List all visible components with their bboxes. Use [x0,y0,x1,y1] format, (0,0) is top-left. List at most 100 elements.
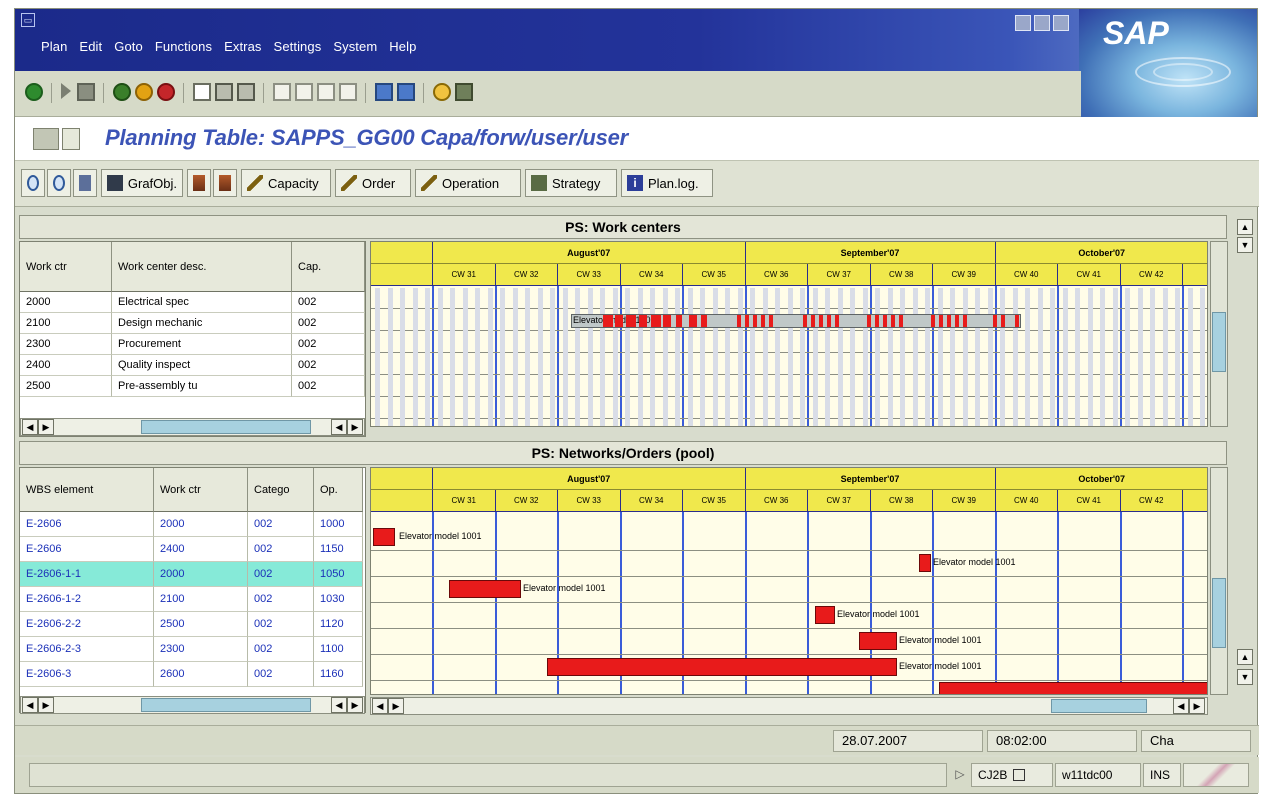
scroll-left-button[interactable]: ◀ [22,697,38,713]
previous-page-icon[interactable] [295,83,313,101]
menu-extras[interactable]: Extras [218,39,267,54]
pool-chart-hscroll[interactable]: ◀ ▶ ◀ ▶ [370,697,1208,715]
scroll-right-button[interactable]: ▶ [388,698,404,714]
scroll-thumb[interactable] [1212,578,1226,648]
table-cell[interactable]: 1150 [314,537,363,562]
scroll-right-button[interactable]: ▶ [347,697,363,713]
scroll-up-button[interactable]: ▲ [1237,649,1253,665]
operation-bar[interactable] [859,632,897,650]
capacity-load-bar[interactable] [819,315,823,327]
scroll-thumb[interactable] [1212,312,1226,372]
scroll-thumb[interactable] [141,698,311,712]
zoom-in-button[interactable] [21,169,45,197]
scroll-thumb[interactable] [1051,699,1147,713]
command-field-arrow-icon[interactable] [61,83,71,99]
operation-bar[interactable] [449,580,521,598]
menu-goto[interactable]: Goto [108,39,149,54]
capacity-load-bar[interactable] [603,315,613,327]
scroll-left-button[interactable]: ◀ [331,697,347,713]
capacity-load-bar[interactable] [947,315,951,327]
capacity-load-bar[interactable] [701,315,707,327]
minimize-button[interactable] [1015,15,1031,31]
scroll-up-button[interactable]: ▲ [1237,219,1253,235]
maximize-button[interactable] [1034,15,1050,31]
scroll-left-button[interactable]: ◀ [1173,698,1189,714]
table-cell[interactable]: 1160 [314,662,363,687]
table-cell[interactable]: E-2606-2-2 [20,612,154,637]
filter-button[interactable] [187,169,211,197]
capacity-load-bar[interactable] [811,315,815,327]
capacity-load-bar[interactable] [1001,315,1005,327]
table-cell[interactable]: 002 [248,562,314,587]
help-icon[interactable] [433,83,451,101]
create-shortcut-icon[interactable] [397,83,415,101]
capacity-load-bar[interactable] [899,315,903,327]
capacity-load-bar[interactable] [963,315,967,327]
table-cell[interactable]: 1030 [314,587,363,612]
table-cell[interactable]: 002 [248,537,314,562]
scroll-left-button[interactable]: ◀ [331,419,347,435]
table-cell[interactable]: E-2606 [20,512,154,537]
scroll-left-button[interactable]: ◀ [22,419,38,435]
table-cell[interactable]: 1050 [314,562,363,587]
menu-edit[interactable]: Edit [73,39,108,54]
first-page-icon[interactable] [273,83,291,101]
capacity-button[interactable]: Capacity [241,169,331,197]
table-cell[interactable]: E-2606-1-2 [20,587,154,612]
capacity-load-bar[interactable] [827,315,831,327]
back-icon[interactable] [113,83,131,101]
find-icon[interactable] [215,83,233,101]
table-cell[interactable]: E-2606-3 [20,662,154,687]
operation-bar[interactable] [939,682,1207,694]
operation-bar[interactable] [547,658,897,676]
document-icon[interactable] [62,128,80,150]
grafobj-button[interactable]: GrafObj. [101,169,183,197]
column-header[interactable]: Work ctr [154,468,248,512]
table-cell[interactable]: 002 [248,662,314,687]
capacity-load-bar[interactable] [891,315,895,327]
capacity-load-bar[interactable] [651,315,661,327]
column-header[interactable]: Work ctr [20,242,112,292]
scroll-right-button[interactable]: ▶ [347,419,363,435]
operation-bar[interactable] [919,554,931,572]
column-header[interactable]: Op. [314,468,363,512]
table-hscroll[interactable]: ◀ ▶ ◀ ▶ [20,418,365,436]
last-page-icon[interactable] [339,83,357,101]
column-header[interactable]: Work center desc. [112,242,292,292]
enter-check-icon[interactable] [25,83,43,101]
planning-log-button[interactable]: i Plan.log. [621,169,713,197]
table-hscroll[interactable]: ◀ ▶ ◀ ▶ [20,696,365,714]
capacity-load-bar[interactable] [676,315,682,327]
scroll-right-button[interactable]: ▶ [38,697,54,713]
capacity-load-bar[interactable] [639,315,647,327]
work-center-chart-vscroll[interactable] [1210,241,1228,427]
menu-settings[interactable]: Settings [268,39,328,54]
table-cell[interactable]: 2100 [154,587,248,612]
close-button[interactable] [1053,15,1069,31]
operation-bar[interactable] [373,528,395,546]
layout-menu-icon[interactable] [455,83,473,101]
table-cell[interactable]: 002 [248,587,314,612]
scroll-right-button[interactable]: ▶ [38,419,54,435]
operation-bar[interactable] [815,606,835,624]
capacity-load-bar[interactable] [1015,315,1019,327]
scroll-left-button[interactable]: ◀ [372,698,388,714]
capacity-load-bar[interactable] [931,315,935,327]
capacity-load-bar[interactable] [626,315,636,327]
calendar-button[interactable] [73,169,97,197]
overview-icon[interactable] [33,128,59,150]
capacity-load-bar[interactable] [745,315,749,327]
capacity-load-bar[interactable] [615,315,623,327]
capacity-load-bar[interactable] [689,315,697,327]
exit-icon[interactable] [135,83,153,101]
pool-chart-vscroll[interactable] [1210,467,1228,695]
zoom-out-button[interactable] [47,169,71,197]
table-cell[interactable]: E-2606-1-1 [20,562,154,587]
capacity-load-bar[interactable] [939,315,943,327]
capacity-load-bar[interactable] [663,315,671,327]
table-cell[interactable]: E-2606 [20,537,154,562]
scroll-thumb[interactable] [141,420,311,434]
table-cell[interactable]: 1100 [314,637,363,662]
capacity-load-bar[interactable] [883,315,887,327]
capacity-load-bar[interactable] [753,315,757,327]
